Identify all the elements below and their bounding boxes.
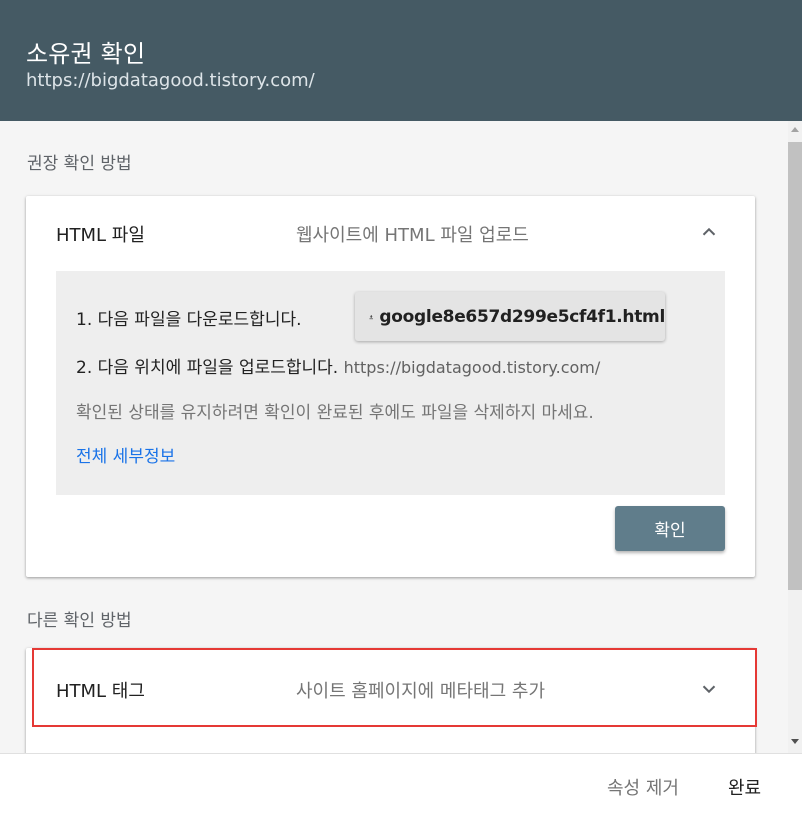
other-methods-section-label: 다른 확인 방법 bbox=[27, 611, 132, 631]
scroll-up-arrow-icon[interactable] bbox=[791, 127, 799, 132]
property-url: https://bigdatagood.tistory.com/ bbox=[26, 70, 315, 91]
dialog-footer: 속성 제거 완료 bbox=[0, 753, 802, 819]
dialog-content: 권장 확인 방법 HTML 파일 웹사이트에 HTML 파일 업로드 1. 다음… bbox=[0, 121, 788, 753]
step-two-text: 2. 다음 위치에 파일을 업로드합니다. https://bigdatagoo… bbox=[76, 353, 600, 378]
keep-file-note: 확인된 상태를 유지하려면 확인이 완료된 후에도 파일을 삭제하지 마세요. bbox=[76, 403, 594, 423]
step-two-label: 2. 다음 위치에 파일을 업로드합니다. bbox=[76, 358, 339, 378]
download-icon bbox=[369, 314, 373, 319]
dialog-header: 소유권 확인 https://bigdatagood.tistory.com/ bbox=[0, 0, 802, 121]
verify-button[interactable]: 확인 bbox=[615, 506, 725, 551]
scrollbar-thumb[interactable] bbox=[788, 142, 802, 590]
recommended-section-label: 권장 확인 방법 bbox=[27, 154, 132, 174]
download-filename: google8e657d299e5cf4f1.html bbox=[379, 306, 665, 327]
scroll-down-arrow-icon[interactable] bbox=[791, 739, 799, 744]
full-details-link[interactable]: 전체 세부정보 bbox=[76, 442, 175, 467]
method-description: 웹사이트에 HTML 파일 업로드 bbox=[296, 225, 529, 246]
instructions-panel: 1. 다음 파일을 다운로드합니다. google8e657d299e5cf4f… bbox=[56, 271, 725, 495]
step-two-url: https://bigdatagood.tistory.com/ bbox=[343, 358, 601, 377]
method-name: HTML 파일 bbox=[56, 225, 145, 246]
chevron-up-icon[interactable] bbox=[698, 221, 720, 243]
highlight-box bbox=[32, 648, 757, 727]
done-button[interactable]: 완료 bbox=[728, 774, 761, 800]
scrollbar[interactable] bbox=[788, 121, 802, 753]
html-file-method-card: HTML 파일 웹사이트에 HTML 파일 업로드 1. 다음 파일을 다운로드… bbox=[26, 196, 755, 577]
download-file-button[interactable]: google8e657d299e5cf4f1.html bbox=[355, 292, 665, 341]
step-one-text: 1. 다음 파일을 다운로드합니다. bbox=[76, 310, 302, 330]
dialog-title: 소유권 확인 bbox=[26, 40, 146, 68]
remove-property-button[interactable]: 속성 제거 bbox=[607, 774, 679, 800]
